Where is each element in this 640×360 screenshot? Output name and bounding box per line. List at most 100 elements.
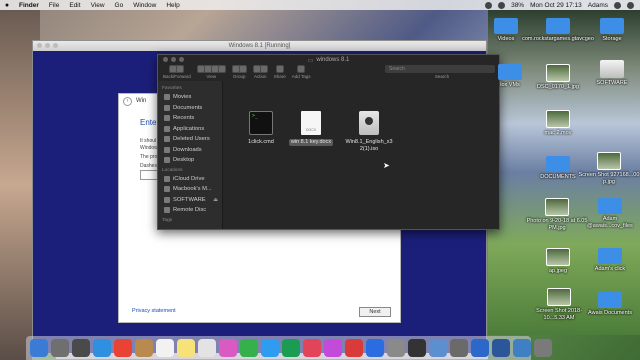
sidebar-item-macbook[interactable]: Macbook's M... — [158, 184, 222, 195]
finder-titlebar[interactable]: ▭ windows 8.1 — [158, 55, 499, 65]
sidebar-item-documents[interactable]: Documents — [158, 103, 222, 114]
column-view-icon[interactable] — [211, 66, 218, 72]
finder-search-input[interactable]: Search — [385, 65, 495, 73]
chrome-dock-icon[interactable] — [114, 339, 132, 357]
activity-monitor-dock-icon[interactable] — [450, 339, 468, 357]
notes-dock-icon[interactable] — [177, 339, 195, 357]
menu-help[interactable]: Help — [161, 2, 184, 9]
back-forward-group[interactable]: Back/Forward — [163, 65, 191, 79]
folder-icon: ▭ — [307, 57, 314, 64]
facetime-dock-icon[interactable] — [261, 339, 279, 357]
list-view-icon[interactable] — [204, 66, 211, 72]
desktop-icon-adam-files[interactable]: Adam @awais...cov_files — [580, 198, 640, 229]
preview-dock-icon[interactable] — [429, 339, 447, 357]
battery-percent[interactable]: 38% — [511, 2, 524, 9]
terminal-dock-icon[interactable] — [408, 339, 426, 357]
finder-dock-icon[interactable] — [30, 339, 48, 357]
chevron-left-icon[interactable] — [170, 66, 177, 72]
itunes-dock-icon[interactable] — [303, 339, 321, 357]
sidebar-item-remote-disc[interactable]: Remote Disc — [158, 205, 222, 216]
rocket-dock-icon[interactable] — [72, 339, 90, 357]
file-win81-key-docx[interactable]: win 8.1 key.docx — [283, 111, 339, 146]
drive-icon — [164, 196, 170, 203]
app-store-dock-icon[interactable] — [366, 339, 384, 357]
group-button[interactable]: Group — [231, 65, 247, 79]
bluetooth-icon[interactable] — [485, 1, 493, 9]
sidebar-item-label: Desktop — [173, 157, 195, 164]
menu-go[interactable]: Go — [110, 2, 129, 9]
finder-file-area[interactable]: 1click.cmd win 8.1 key.docx Win8.1_Engli… — [223, 81, 499, 229]
launchpad-dock-icon[interactable] — [51, 339, 69, 357]
sidebar-item-desktop[interactable]: Desktop — [158, 155, 222, 166]
finder-close-button[interactable] — [163, 57, 168, 62]
next-button[interactable]: Next — [359, 307, 391, 317]
sidebar-item-software[interactable]: SOFTWARE ⏏ — [158, 195, 222, 206]
desktop-icon-adams-click[interactable]: Adam's click — [580, 248, 640, 273]
file-win81-iso[interactable]: Win8.1_English_x3 2(1).iso — [341, 111, 397, 153]
back-arrow-icon[interactable]: ‹ — [123, 96, 132, 106]
sidebar-item-movies[interactable]: Movies — [158, 92, 222, 103]
desktop-icon-photo-9-20-18[interactable]: Photo on 9-20-18 at 6.05 PM.jpg — [526, 198, 588, 231]
menu-edit[interactable]: Edit — [64, 2, 85, 9]
add-tags-button[interactable]: Add Tags — [292, 65, 310, 79]
sidebar-item-recents[interactable]: Recents — [158, 113, 222, 124]
finder-zoom-button[interactable] — [179, 57, 184, 62]
menu-file[interactable]: File — [44, 2, 64, 9]
finder-window[interactable]: ▭ windows 8.1 Back/Forward View Group Ac… — [157, 54, 500, 230]
sidebar-item-applications[interactable]: Applications — [158, 124, 222, 135]
finder-minimize-button[interactable] — [171, 57, 176, 62]
sidebar-item-label: Documents — [173, 104, 203, 111]
vm-zoom-button[interactable] — [53, 43, 58, 48]
photos-dock-icon[interactable] — [219, 339, 237, 357]
sidebar-item-icloud-drive[interactable]: iCloud Drive — [158, 174, 222, 185]
desktop-icon-label: Adam @awais...cov_files — [587, 216, 633, 229]
sidebar-item-deleted-users[interactable]: Deleted Users — [158, 134, 222, 145]
menu-view[interactable]: View — [86, 2, 110, 9]
clock[interactable]: Mon Oct 29 17:13 — [530, 2, 582, 9]
system-preferences-dock-icon[interactable] — [387, 339, 405, 357]
desktop-icon-awais-documents[interactable]: Awais Documents — [580, 292, 640, 317]
privacy-statement-link[interactable]: Privacy statement — [132, 308, 176, 314]
action-button[interactable]: Action — [252, 65, 268, 79]
safari-dock-icon[interactable] — [93, 339, 111, 357]
messages-dock-icon[interactable] — [240, 339, 258, 357]
podcasts-dock-icon[interactable] — [324, 339, 342, 357]
gallery-view-icon[interactable] — [218, 66, 225, 72]
virtualbox-dock-icon[interactable] — [471, 339, 489, 357]
calendar-dock-icon[interactable] — [156, 339, 174, 357]
folder-icon — [494, 18, 518, 34]
chevron-right-icon[interactable] — [177, 66, 184, 72]
sidebar-item-downloads[interactable]: Downloads — [158, 145, 222, 156]
user-name[interactable]: Adams — [588, 2, 608, 9]
desktop-icon-screenshot-927168[interactable]: Screen Shot 927168...00 p.jpg — [578, 152, 640, 185]
menu-window[interactable]: Window — [128, 2, 161, 9]
search-icon[interactable] — [614, 1, 621, 9]
desktop-icon-ap-jpeg[interactable]: ap.jpeg — [528, 248, 588, 275]
apple-menu-icon[interactable]: ● — [0, 2, 14, 9]
folder-icon — [546, 18, 570, 34]
group-label: Group — [233, 74, 246, 79]
maps-dock-icon[interactable] — [282, 339, 300, 357]
file-1click-cmd[interactable]: 1click.cmd — [233, 111, 289, 146]
vm-titlebar[interactable]: Windows 8.1 [Running] — [33, 41, 486, 51]
trash-dock-icon[interactable] — [534, 339, 552, 357]
eject-icon[interactable]: ⏏ — [213, 197, 218, 203]
vm-close-button[interactable] — [37, 43, 42, 48]
desktop-icon-rockstar[interactable]: com.rockstargames.gtavcgeo — [522, 18, 594, 43]
word-dock-icon[interactable] — [492, 339, 510, 357]
reminders-dock-icon[interactable] — [198, 339, 216, 357]
view-group[interactable]: View — [196, 65, 226, 79]
notification-center-icon[interactable] — [627, 1, 634, 9]
news-dock-icon[interactable] — [345, 339, 363, 357]
desktop-icon-software[interactable]: SOFTWARE — [582, 60, 640, 87]
vm-minimize-button[interactable] — [45, 43, 50, 48]
desktop-icon-storage[interactable]: Storage — [582, 18, 640, 43]
menu-finder[interactable]: Finder — [14, 2, 44, 9]
wifi-icon[interactable] — [498, 1, 506, 9]
folder-dock-icon[interactable] — [513, 339, 531, 357]
contacts-dock-icon[interactable] — [135, 339, 153, 357]
share-button[interactable]: Share — [274, 65, 286, 79]
icon-view-icon[interactable] — [197, 66, 204, 72]
desktop-icon-dsc-0170[interactable]: DSC_0170_1.jpg — [528, 64, 588, 91]
desktop-icon-mac2-mov[interactable]: mac 2.mov — [528, 110, 588, 137]
